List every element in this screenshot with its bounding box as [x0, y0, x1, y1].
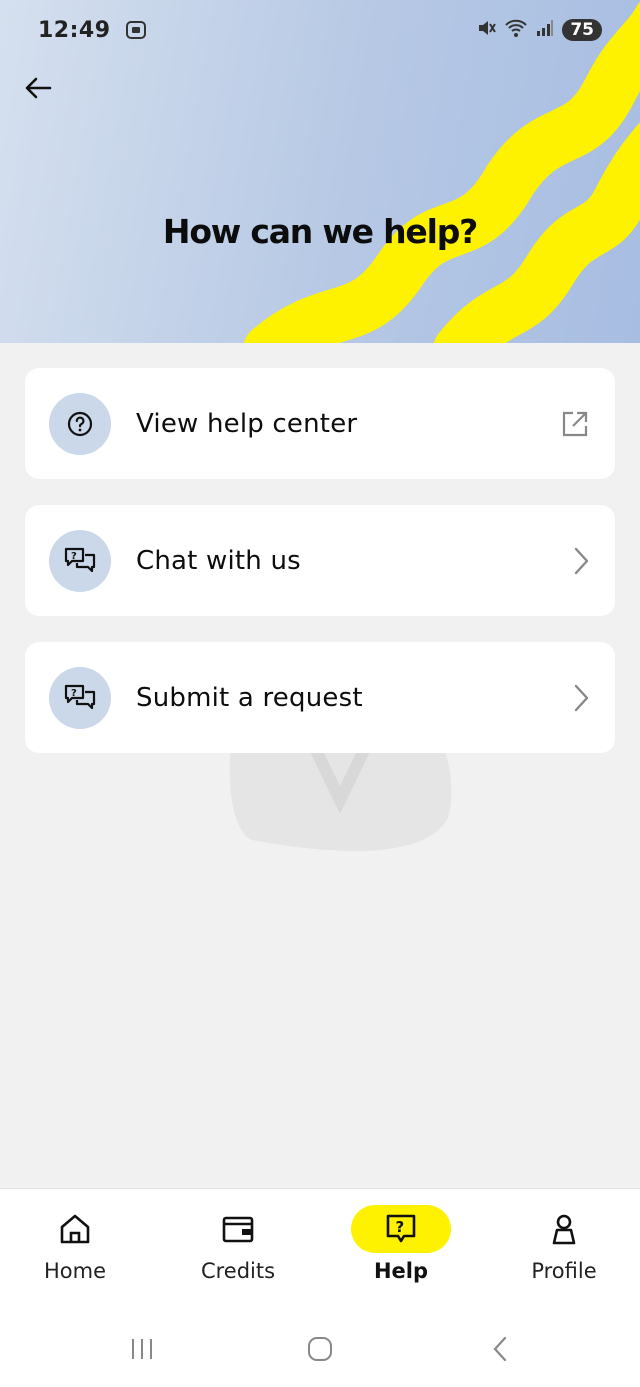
svg-text:?: ? [396, 1218, 405, 1236]
screenshot-icon [125, 19, 147, 41]
menu-item-help-center[interactable]: View help center [25, 368, 615, 479]
system-nav-bar [0, 1300, 640, 1387]
chevron-right-icon [571, 545, 591, 577]
nav-label: Profile [531, 1259, 597, 1283]
status-time: 12:49 [38, 17, 111, 43]
nav-label: Home [43, 1259, 106, 1283]
help-square-icon: ? [386, 1214, 416, 1243]
question-circle-icon [67, 411, 93, 436]
system-back-button[interactable] [480, 1334, 520, 1364]
menu-item-chat[interactable]: ? Chat with us [25, 505, 615, 616]
nav-label: Credits [200, 1259, 276, 1283]
mute-icon [476, 18, 497, 42]
recents-button[interactable] [122, 1334, 162, 1364]
page-title: How can we help? [162, 212, 478, 251]
nav-home[interactable]: Home [5, 1205, 145, 1295]
chevron-left-icon [493, 1336, 507, 1362]
menu-item-label: Chat with us [136, 545, 301, 576]
menu-item-label: Submit a request [136, 682, 363, 713]
status-icons: 75 [476, 18, 602, 42]
nav-profile[interactable]: Profile [494, 1205, 634, 1295]
battery-indicator: 75 [562, 19, 602, 41]
svg-text:?: ? [71, 551, 77, 562]
signal-icon [536, 19, 554, 41]
wifi-icon [504, 18, 528, 42]
nav-label: Help [373, 1259, 429, 1283]
menu-item-label: View help center [136, 408, 358, 439]
home-button[interactable] [300, 1334, 340, 1364]
menu-item-submit-request[interactable]: ? Submit a request [25, 642, 615, 753]
arrow-left-icon [25, 77, 52, 99]
home-icon [60, 1214, 90, 1244]
menu-icon-circle [49, 392, 111, 455]
back-button[interactable] [18, 68, 58, 108]
bottom-nav: Home Credits ? Help Profile [0, 1188, 640, 1300]
chat-bubbles-icon: ? [64, 684, 96, 709]
status-bar: 12:49 75 [0, 0, 640, 60]
chat-bubbles-icon: ? [64, 547, 96, 572]
nav-credits[interactable]: Credits [168, 1205, 308, 1295]
external-link-icon [559, 408, 591, 440]
chevron-right-icon [571, 682, 591, 714]
menu-icon-circle: ? [49, 666, 111, 729]
home-circle-icon [308, 1337, 332, 1361]
wallet-icon [222, 1216, 254, 1243]
recents-icon [132, 1339, 152, 1359]
nav-help[interactable]: ? Help [331, 1205, 471, 1295]
menu-icon-circle: ? [49, 529, 111, 592]
person-icon [552, 1214, 576, 1245]
svg-text:?: ? [71, 688, 77, 699]
